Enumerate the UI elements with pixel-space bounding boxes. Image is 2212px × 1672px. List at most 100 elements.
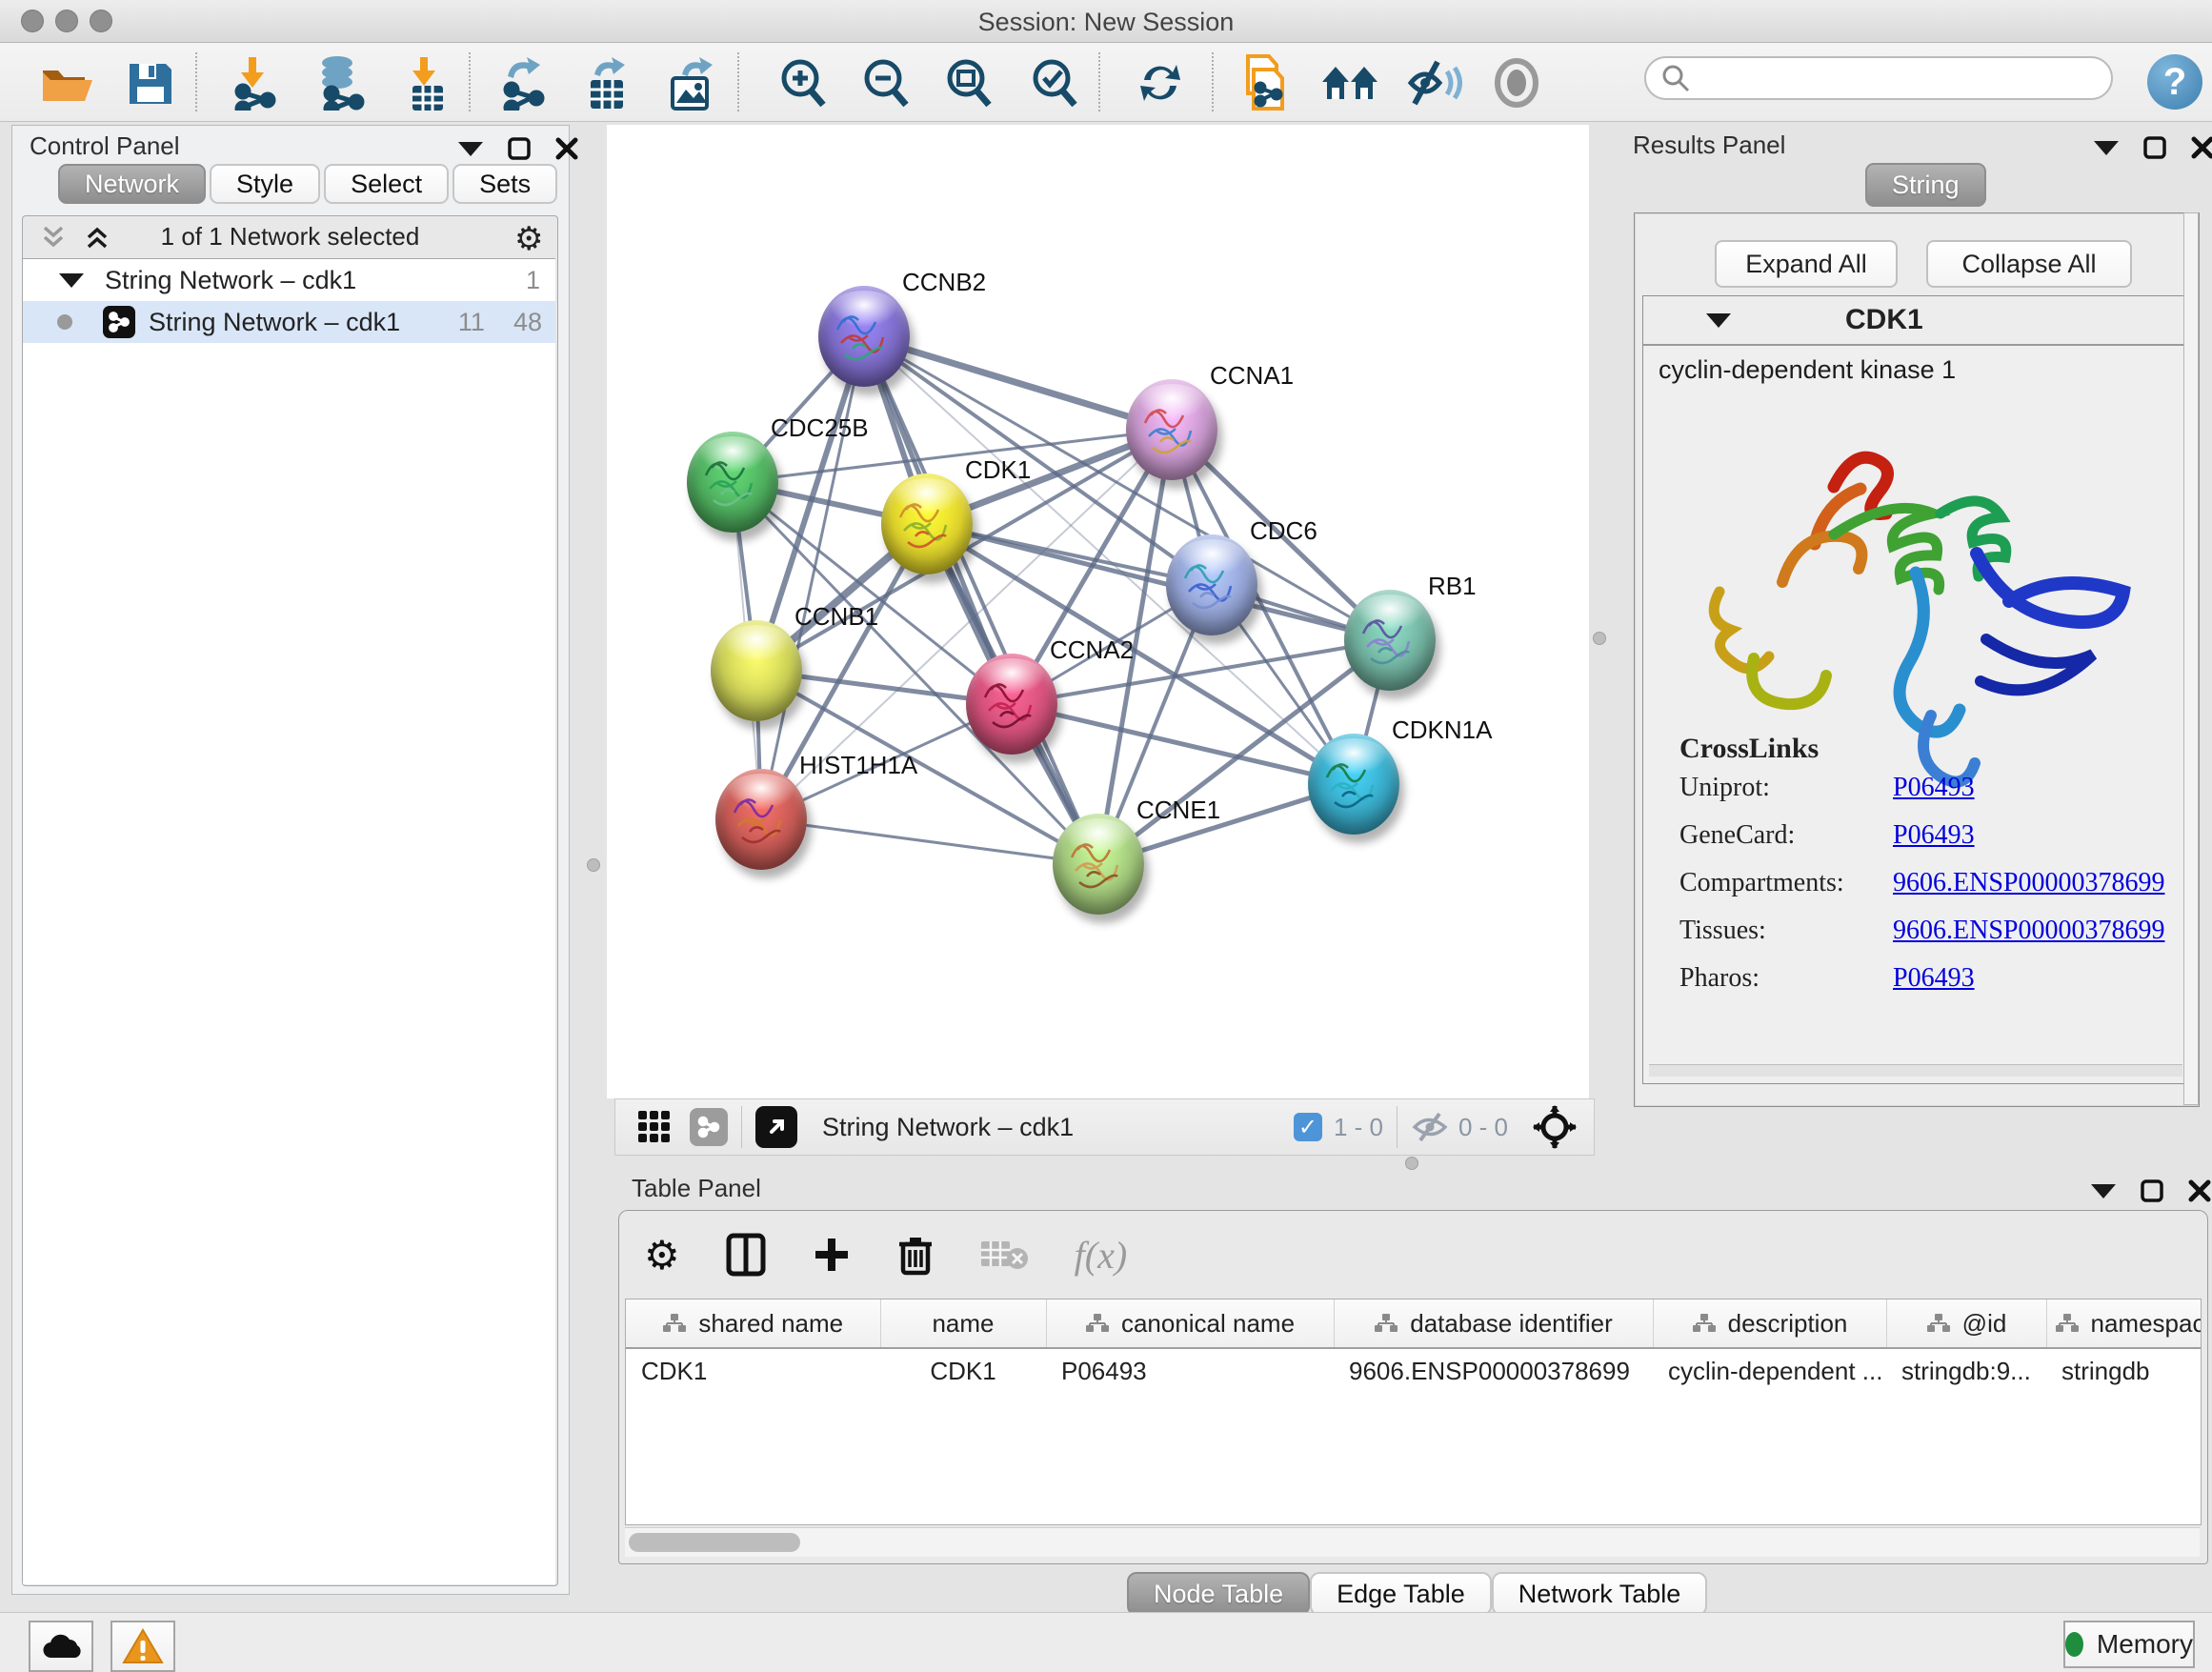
import-network-file-button[interactable] [229, 54, 286, 111]
cdk1-section-header[interactable]: CDK1 [1643, 296, 2190, 346]
column-header-name[interactable]: name [880, 1299, 1046, 1348]
column-header--id[interactable]: @id [1886, 1299, 2046, 1348]
gray-orb-button[interactable] [1488, 54, 1545, 111]
results-scrollbar[interactable] [2183, 212, 2199, 1105]
open-session-button[interactable] [38, 54, 95, 111]
search-box[interactable] [1644, 56, 2113, 100]
gray-orb-icon [1492, 58, 1541, 108]
add-column-icon[interactable] [812, 1235, 852, 1275]
export-table-button[interactable] [579, 54, 636, 111]
expand-all-button[interactable]: Expand All [1715, 240, 1898, 288]
network-collection-row[interactable]: String Network – cdk1 1 [23, 259, 555, 301]
home-button[interactable] [1322, 54, 1379, 111]
crosslink-value[interactable]: P06493 [1893, 820, 1975, 851]
cloud-status-button[interactable] [29, 1621, 93, 1672]
network-row[interactable]: String Network – cdk1 11 48 [23, 301, 555, 343]
node-ccnb2[interactable] [818, 286, 910, 387]
zoom-out-icon [860, 57, 912, 109]
tab-network[interactable]: Network [58, 164, 206, 204]
detach-view-icon[interactable] [755, 1106, 797, 1148]
crosslink-value[interactable]: P06493 [1893, 773, 1975, 803]
memory-button[interactable]: Memory [2063, 1621, 2195, 1668]
tab-sets[interactable]: Sets [452, 164, 557, 204]
toolbar-separator [737, 52, 739, 111]
close-panel-icon[interactable] [555, 137, 578, 160]
left-splitter-handle[interactable] [587, 858, 600, 872]
panel-menu-icon[interactable] [458, 142, 483, 156]
crosslink-value[interactable]: 9606.ENSP00000378699 [1893, 868, 2164, 898]
tab-edge-table[interactable]: Edge Table [1310, 1572, 1492, 1616]
export-network-button[interactable] [497, 54, 554, 111]
node-hist1h1a[interactable] [715, 769, 807, 870]
panel-menu-icon[interactable] [2094, 141, 2119, 155]
table-row[interactable]: CDK1CDK1P064939606.ENSP00000378699cyclin… [626, 1348, 2202, 1393]
column-header-canonical-name[interactable]: canonical name [1046, 1299, 1334, 1348]
node-ccne1[interactable] [1053, 814, 1144, 915]
close-panel-icon[interactable] [2191, 136, 2212, 159]
node-cdk1[interactable] [881, 473, 973, 574]
gear-icon[interactable]: ⚙ [514, 220, 543, 258]
zoom-in-button[interactable] [774, 54, 832, 111]
show-columns-icon[interactable] [726, 1233, 766, 1277]
export-network-icon [500, 55, 552, 111]
zoom-fit-button[interactable] [940, 54, 997, 111]
column-header-description[interactable]: description [1653, 1299, 1886, 1348]
node-cdc6[interactable] [1166, 534, 1257, 635]
control-panel-tabs: NetworkStyleSelectSets [58, 164, 557, 204]
table-cell: stringdb [2046, 1348, 2202, 1393]
section-expander-icon[interactable] [1706, 313, 1731, 328]
protein-structure-thumbnail-icon [981, 673, 1042, 735]
search-input[interactable] [1692, 63, 2096, 94]
tab-string[interactable]: String [1865, 163, 1986, 207]
selected-checkbox[interactable]: ✓ [1294, 1113, 1322, 1141]
node-cdkn1a[interactable] [1308, 734, 1399, 835]
network-canvas[interactable]: CCNB2CCNA1CDC25BCDK1CDC6RB1CCNB1CCNA2CDK… [607, 125, 1589, 1098]
table-hscrollbar[interactable] [625, 1527, 2200, 1557]
crosshair-icon[interactable] [1533, 1105, 1577, 1149]
network-manager: 1 of 1 Network selected ⚙ String Network… [22, 215, 558, 1586]
collection-expander-icon[interactable] [59, 273, 84, 288]
crosslink-value[interactable]: P06493 [1893, 963, 1975, 994]
float-panel-icon[interactable] [2141, 1179, 2163, 1202]
column-header-shared-name[interactable]: shared name [626, 1299, 880, 1348]
node-ccna1[interactable] [1126, 379, 1217, 480]
table-settings-gear-icon[interactable]: ⚙ [644, 1232, 680, 1279]
section-title: CDK1 [1845, 304, 1923, 336]
import-table-file-button[interactable] [398, 54, 455, 111]
column-header-namespac[interactable]: namespac [2046, 1299, 2202, 1348]
column-header-database-identifier[interactable]: database identifier [1334, 1299, 1653, 1348]
grid-view-icon[interactable] [636, 1109, 673, 1145]
duplicate-network-button[interactable] [1237, 54, 1294, 111]
zoom-selected-button[interactable] [1026, 54, 1083, 111]
hide-panel-button[interactable] [1405, 54, 1462, 111]
export-image-button[interactable] [664, 54, 721, 111]
network-view-icon[interactable] [690, 1108, 728, 1146]
import-table-icon [403, 55, 451, 111]
section-hscroll-track[interactable] [1649, 1064, 2182, 1077]
tab-select[interactable]: Select [324, 164, 449, 204]
refresh-button[interactable] [1132, 54, 1189, 111]
toolbar-separator [469, 52, 471, 111]
tab-style[interactable]: Style [210, 164, 320, 204]
close-panel-icon[interactable] [2188, 1179, 2211, 1202]
panel-menu-icon[interactable] [2091, 1184, 2116, 1199]
right-splitter-handle[interactable] [1593, 632, 1606, 645]
save-session-button[interactable] [122, 54, 179, 111]
table-hscrollbar-thumb[interactable] [629, 1533, 800, 1552]
node-ccna2[interactable] [966, 654, 1057, 755]
zoom-out-button[interactable] [857, 54, 915, 111]
node-cdc25b[interactable] [687, 432, 778, 533]
help-button[interactable]: ? [2147, 54, 2202, 110]
bottom-splitter-handle[interactable] [1405, 1157, 1418, 1170]
node-rb1[interactable] [1344, 590, 1436, 691]
import-network-database-button[interactable] [311, 54, 368, 111]
delete-column-icon[interactable] [897, 1233, 934, 1277]
node-ccnb1[interactable] [711, 620, 802, 721]
tab-network-table[interactable]: Network Table [1492, 1572, 1708, 1616]
tab-node-table[interactable]: Node Table [1127, 1572, 1310, 1616]
float-panel-icon[interactable] [508, 137, 531, 160]
float-panel-icon[interactable] [2143, 136, 2166, 159]
collapse-all-button[interactable]: Collapse All [1926, 240, 2132, 288]
warning-status-button[interactable] [111, 1621, 175, 1672]
crosslink-value[interactable]: 9606.ENSP00000378699 [1893, 916, 2164, 946]
